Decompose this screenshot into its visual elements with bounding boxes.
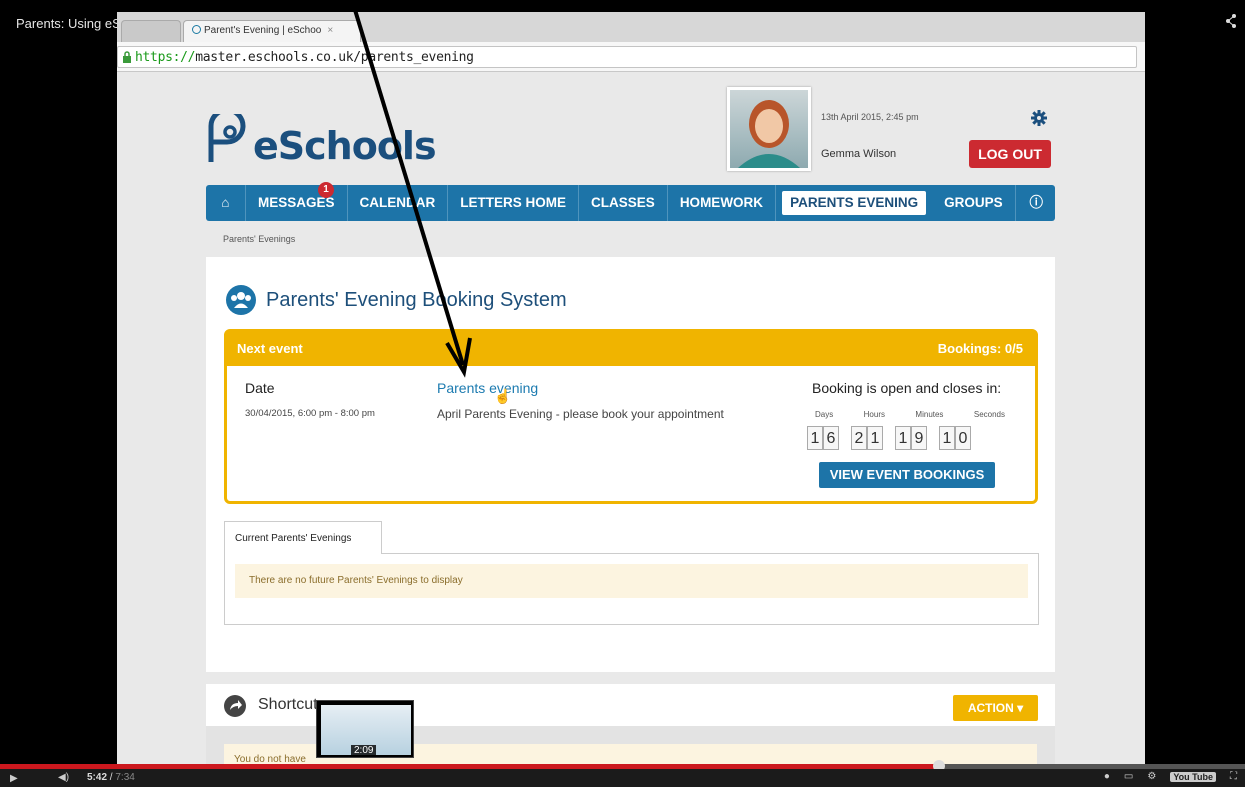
- datetime: 13th April 2015, 2:45 pm: [821, 112, 919, 122]
- player-right-controls: ● ▭ ⚙ You Tube ⛶: [1104, 771, 1237, 782]
- browser-tab-blank[interactable]: [121, 20, 181, 42]
- address-bar: https://master.eschools.co.uk/parents_ev…: [117, 42, 1145, 72]
- hours-label: Hours: [863, 410, 885, 419]
- browser-tab-label: Parent's Evening | eSchoo: [204, 25, 322, 36]
- tab-content: There are no future Parents' Evenings to…: [224, 553, 1039, 625]
- main-nav: ⌂ MESSAGES 1 CALENDAR LETTERS HOME CLASSE…: [206, 182, 1056, 221]
- logo-text[interactable]: eSchools: [253, 124, 437, 168]
- event-description: April Parents Evening - please book your…: [437, 407, 724, 421]
- date-value: 30/04/2015, 6:00 pm - 8:00 pm: [245, 408, 375, 419]
- event-title-link[interactable]: Parents evening: [437, 380, 538, 396]
- nav-calendar[interactable]: CALENDAR: [348, 185, 449, 221]
- people-icon: [226, 285, 256, 315]
- nav-letters-home[interactable]: LETTERS HOME: [448, 185, 580, 221]
- date-label: Date: [245, 380, 275, 396]
- timecode: 5:42 / 7:34: [87, 772, 135, 783]
- annotations-icon[interactable]: ●: [1104, 771, 1110, 782]
- nav-home[interactable]: ⌂: [206, 185, 246, 221]
- timer-labels: Days Hours Minutes Seconds: [815, 410, 1005, 419]
- timer-digit: 1: [939, 426, 955, 450]
- video-player: Parents: Using eSchools Parent's Evening…: [0, 0, 1245, 787]
- nav-parents-evening[interactable]: PARENTS EVENING: [782, 191, 927, 215]
- action-button[interactable]: ACTION ▾: [953, 695, 1038, 721]
- gear-icon[interactable]: [1031, 110, 1047, 126]
- booking-panel: Parents' Evening Booking System Next eve…: [206, 257, 1055, 672]
- timer-digit: 1: [867, 426, 883, 450]
- time-current: 5:42: [87, 772, 108, 783]
- page-title: Parents' Evening Booking System: [266, 289, 567, 311]
- username[interactable]: Gemma Wilson: [821, 148, 896, 160]
- preview-time: 2:09: [351, 745, 377, 756]
- player-controls: ▶ ◀) 5:42 / 7:34 ● ▭ ⚙ You Tube ⛶: [0, 769, 1245, 787]
- minutes-label: Minutes: [915, 410, 944, 419]
- nav-messages[interactable]: MESSAGES 1: [246, 182, 348, 221]
- next-event-label: Next event: [237, 341, 303, 356]
- bookings-count: Bookings: 0/5: [937, 341, 1023, 356]
- closes-label: Booking is open and closes in:: [812, 380, 1002, 396]
- timer-digit: 1: [895, 426, 911, 450]
- no-events-notice: There are no future Parents' Evenings to…: [235, 564, 1028, 598]
- messages-badge: 1: [318, 182, 334, 198]
- days-label: Days: [815, 410, 834, 419]
- close-icon[interactable]: ×: [327, 25, 333, 36]
- play-icon[interactable]: ▶: [10, 773, 18, 784]
- web-page: eSchools 13th April 2015, 2:45 pm Gemma …: [117, 72, 1145, 764]
- browser-tab[interactable]: Parent's Evening | eSchoo ×: [183, 20, 361, 42]
- breadcrumb[interactable]: Parents' Evenings: [223, 234, 295, 244]
- time-total: 7:34: [115, 772, 135, 783]
- timer-digit: 1: [807, 426, 823, 450]
- nav-homework[interactable]: HOMEWORK: [668, 185, 777, 221]
- nav-groups[interactable]: GROUPS: [932, 185, 1016, 221]
- fullscreen-icon[interactable]: ⛶: [1230, 771, 1237, 782]
- view-event-bookings-button[interactable]: VIEW EVENT BOOKINGS: [819, 462, 995, 488]
- volume-icon[interactable]: ◀): [58, 772, 69, 783]
- browser-tabbar: Parent's Evening | eSchoo ×: [117, 12, 1145, 42]
- shortcut-arrow-icon: [224, 695, 246, 717]
- seek-preview: 2:09: [316, 700, 414, 758]
- countdown-timer: 16 21 19 10: [807, 426, 971, 450]
- youtube-logo[interactable]: You Tube: [1170, 771, 1216, 782]
- tab-current-parents-evenings[interactable]: Current Parents' Evenings: [224, 521, 382, 554]
- url-field[interactable]: https://master.eschools.co.uk/parents_ev…: [117, 46, 1137, 68]
- url-text: master.eschools.co.uk/parents_evening: [195, 50, 474, 65]
- info-icon[interactable]: ⓘ: [1018, 185, 1056, 221]
- event-header: Next event Bookings: 0/5: [227, 332, 1035, 366]
- url-scheme: https://: [135, 50, 196, 65]
- nav-classes[interactable]: CLASSES: [579, 185, 668, 221]
- size-icon[interactable]: ▭: [1124, 771, 1133, 782]
- timer-digit: 9: [911, 426, 927, 450]
- settings-hd-icon[interactable]: ⚙: [1147, 771, 1156, 782]
- home-icon: ⌂: [221, 195, 230, 210]
- share-icon[interactable]: [1225, 14, 1237, 28]
- timer-digit: 6: [823, 426, 839, 450]
- favicon-icon: [192, 25, 201, 34]
- avatar[interactable]: [727, 87, 811, 171]
- timer-digit: 0: [955, 426, 971, 450]
- next-event-card: Next event Bookings: 0/5 Date 30/04/2015…: [224, 329, 1038, 504]
- seconds-label: Seconds: [973, 410, 1005, 419]
- lock-icon: [123, 51, 131, 63]
- logout-button[interactable]: LOG OUT: [969, 140, 1051, 168]
- timer-digit: 2: [851, 426, 867, 450]
- hand-cursor-icon: ☝: [494, 388, 512, 404]
- eschools-logo-icon: [208, 114, 246, 162]
- video-frame[interactable]: Parent's Evening | eSchoo × https://maste…: [117, 12, 1145, 764]
